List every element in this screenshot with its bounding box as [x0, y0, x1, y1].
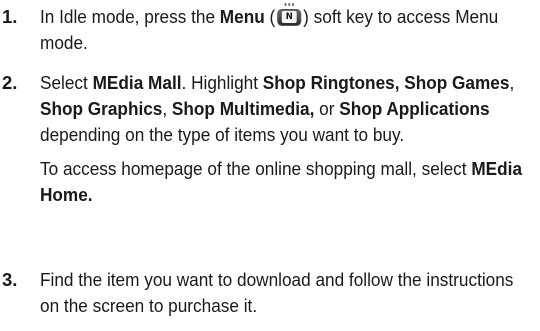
step-note: To access homepage of the online shoppin…	[40, 156, 533, 208]
step-number: 1.	[2, 6, 18, 27]
text-run: depending on the type of items you want …	[40, 124, 405, 145]
shop-graphics-label: Shop Graphics	[40, 98, 163, 119]
text-run: ,	[162, 98, 172, 119]
text-run: In Idle mode, press the	[40, 6, 220, 27]
text-run: (	[264, 6, 276, 27]
media-mall-label: MEdia Mall	[92, 72, 182, 93]
shop-multimedia-label: Shop Multimedia,	[171, 98, 315, 119]
text-run: To access homepage of the online shoppin…	[40, 158, 472, 179]
instruction-list: 1. In Idle mode, press the Menu (N) soft…	[0, 0, 540, 331]
menu-soft-key-icon: N	[276, 3, 302, 26]
text-run: Find the item you want to download and f…	[40, 269, 514, 316]
menu-label: Menu	[219, 6, 265, 27]
step-text: Find the item you want to download and f…	[40, 267, 533, 319]
step-text: In Idle mode, press the Menu (N) soft ke…	[40, 3, 533, 56]
text-run: . Highlight	[181, 72, 263, 93]
step-number: 3.	[2, 269, 18, 290]
text-run: Select	[40, 72, 93, 93]
step-text: Select MEdia Mall. Highlight Shop Ringto…	[40, 70, 533, 208]
text-run: or	[314, 98, 340, 119]
text-run: ,	[509, 72, 515, 93]
step-number: 2.	[2, 72, 18, 93]
shop-applications-label: Shop Applications	[339, 98, 490, 119]
shop-ringtones-games-label: Shop Ringtones, Shop Games	[262, 72, 510, 93]
